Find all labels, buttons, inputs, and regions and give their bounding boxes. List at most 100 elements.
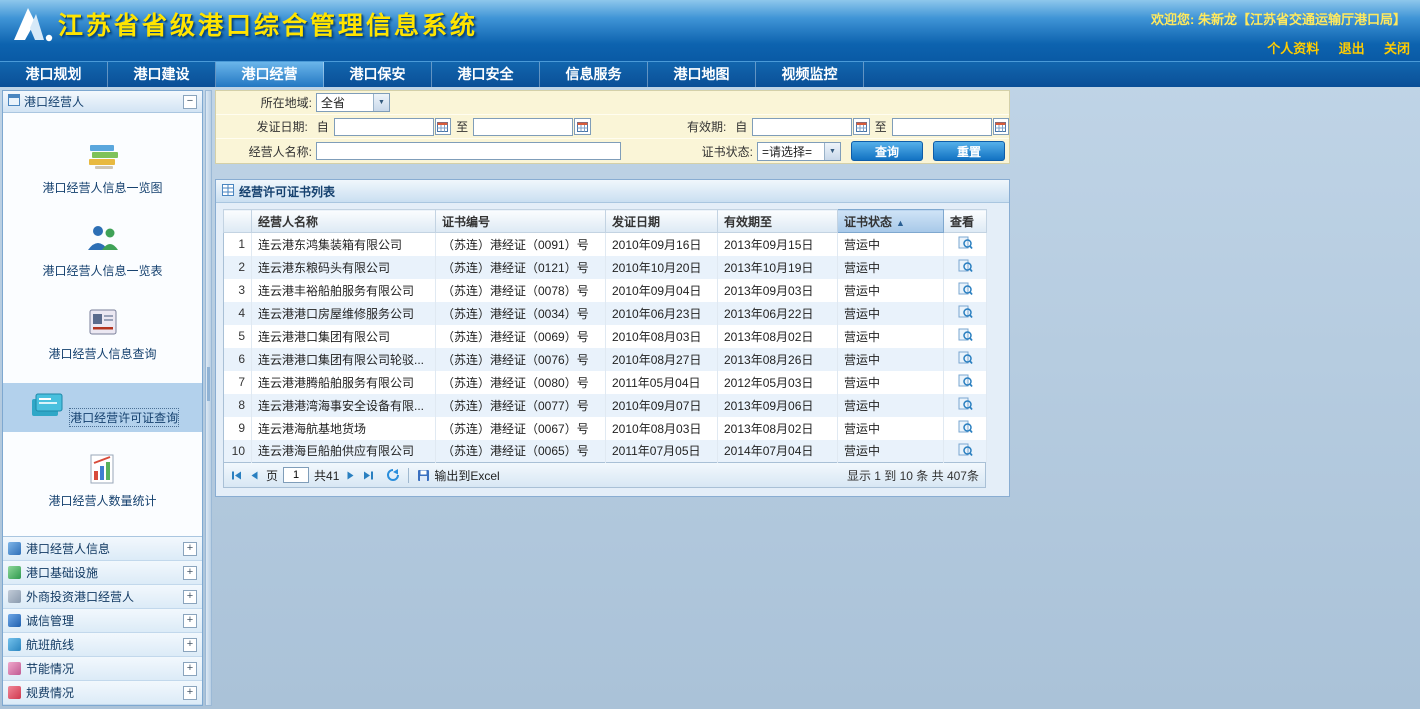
region-select-value: 全省 <box>317 94 373 111</box>
valid-until-cell: 2013年08月26日 <box>718 348 838 371</box>
cert-status-select[interactable]: =请选择= <box>757 142 841 161</box>
region-select[interactable]: 全省 <box>316 93 390 112</box>
view-detail-icon[interactable] <box>958 396 973 414</box>
col-cert-status[interactable]: 证书状态▲ <box>838 210 944 233</box>
table-row[interactable]: 4 连云港港口房屋维修服务公司 （苏连）港经证（0034）号 2010年06月2… <box>224 302 987 325</box>
view-detail-icon[interactable] <box>958 304 973 322</box>
reset-button[interactable]: 重置 <box>933 141 1005 161</box>
cert-no-cell: （苏连）港经证（0077）号 <box>436 394 606 417</box>
sidebar-section-foreign-investment[interactable]: 外商投资港口经营人 + <box>3 585 202 609</box>
row-number-cell: 4 <box>224 302 252 325</box>
first-page-button[interactable] <box>230 469 243 482</box>
sidebar-item-operator-overview-table[interactable]: 港口经营人信息一览表 <box>3 217 202 285</box>
issue-date-from-input[interactable] <box>334 118 434 136</box>
row-number-cell: 5 <box>224 325 252 348</box>
search-button[interactable]: 查询 <box>851 141 923 161</box>
collapse-panel-button[interactable]: − <box>183 95 197 109</box>
table-row[interactable]: 6 连云港港口集团有限公司轮驳... （苏连）港经证（0076）号 2010年0… <box>224 348 987 371</box>
sidebar-item-operator-info-query[interactable]: 港口经营人信息查询 <box>3 300 202 368</box>
prev-page-button[interactable] <box>248 469 261 482</box>
calendar-button[interactable] <box>853 118 869 135</box>
sidebar-panel-header[interactable]: 港口经营人 − <box>3 91 202 113</box>
view-detail-icon[interactable] <box>958 419 973 437</box>
sidebar-section-shipping-routes[interactable]: 航班航线 + <box>3 633 202 657</box>
tab-port-security[interactable]: 港口保安 <box>324 62 432 87</box>
valid-until-cell: 2013年09月06日 <box>718 394 838 417</box>
table-row[interactable]: 1 连云港东鸿集装箱有限公司 （苏连）港经证（0091）号 2010年09月16… <box>224 233 987 256</box>
tab-port-construction[interactable]: 港口建设 <box>108 62 216 87</box>
sidebar-section-energy-saving[interactable]: 节能情况 + <box>3 657 202 681</box>
refresh-button[interactable] <box>386 468 400 482</box>
tab-port-map[interactable]: 港口地图 <box>648 62 756 87</box>
issue-date-cell: 2010年08月03日 <box>606 325 718 348</box>
sidebar-sections: 港口经营人信息 + 港口基础设施 + 外商投资港口经营人 + 诚信管理 + 航班… <box>3 536 202 705</box>
calendar-button[interactable] <box>435 118 451 135</box>
view-detail-icon[interactable] <box>958 373 973 391</box>
issue-date-to-input[interactable] <box>473 118 573 136</box>
tab-video-monitor[interactable]: 视频监控 <box>756 62 864 87</box>
profile-link[interactable]: 个人资料 <box>1267 41 1319 56</box>
last-page-button[interactable] <box>362 469 375 482</box>
tab-port-safety[interactable]: 港口安全 <box>432 62 540 87</box>
section-label: 航班航线 <box>26 636 178 653</box>
expand-section-button[interactable]: + <box>183 614 197 628</box>
validity-from-input[interactable] <box>752 118 852 136</box>
operator-name-cell: 连云港丰裕船舶服务有限公司 <box>252 279 436 302</box>
sidebar-splitter[interactable] <box>205 90 212 706</box>
expand-section-button[interactable]: + <box>183 542 197 556</box>
sidebar-item-operator-statistics[interactable]: 港口经营人数量统计 <box>3 447 202 515</box>
sidebar-section-operator-info[interactable]: 港口经营人信息 + <box>3 537 202 561</box>
table-row[interactable]: 3 连云港丰裕船舶服务有限公司 （苏连）港经证（0078）号 2010年09月0… <box>224 279 987 302</box>
page-number-input[interactable] <box>283 467 309 483</box>
sidebar-item-operator-overview-chart[interactable]: 港口经营人信息一览图 <box>3 134 202 202</box>
col-cert-no[interactable]: 证书编号 <box>436 210 606 233</box>
view-detail-icon[interactable] <box>958 442 973 460</box>
sidebar-section-port-infrastructure[interactable]: 港口基础设施 + <box>3 561 202 585</box>
status-cell: 营运中 <box>838 348 944 371</box>
dropdown-arrow-icon <box>824 143 840 160</box>
expand-section-button[interactable]: + <box>183 686 197 700</box>
table-row[interactable]: 2 连云港东粮码头有限公司 （苏连）港经证（0121）号 2010年10月20日… <box>224 256 987 279</box>
splitter-grip <box>207 367 210 401</box>
col-operator-name[interactable]: 经营人名称 <box>252 210 436 233</box>
expand-section-button[interactable]: + <box>183 662 197 676</box>
people-icon <box>83 245 123 259</box>
view-detail-icon[interactable] <box>958 350 973 368</box>
valid-until-cell: 2013年09月03日 <box>718 279 838 302</box>
sidebar-item-label: 港口经营许可证查询 <box>70 409 178 426</box>
table-row[interactable]: 7 连云港港腾船舶服务有限公司 （苏连）港经证（0080）号 2011年05月0… <box>224 371 987 394</box>
operator-name-input[interactable] <box>316 142 621 160</box>
col-valid-until[interactable]: 有效期至 <box>718 210 838 233</box>
page-title: 江苏省省级港口综合管理信息系统 <box>58 6 478 42</box>
tab-port-planning[interactable]: 港口规划 <box>0 62 108 87</box>
col-issue-date[interactable]: 发证日期 <box>606 210 718 233</box>
logout-link[interactable]: 退出 <box>1339 41 1365 56</box>
expand-section-button[interactable]: + <box>183 566 197 580</box>
sidebar-section-integrity-management[interactable]: 诚信管理 + <box>3 609 202 633</box>
pager-divider <box>408 468 409 483</box>
view-cell <box>944 417 987 440</box>
sidebar-item-license-query[interactable]: 港口经营许可证查询 <box>3 383 202 432</box>
sidebar-section-fees[interactable]: 规费情况 + <box>3 681 202 705</box>
save-disk-icon <box>417 469 430 482</box>
view-detail-icon[interactable] <box>958 281 973 299</box>
panel-title-text: 经营许可证书列表 <box>239 183 335 200</box>
table-row[interactable]: 8 连云港港湾海事安全设备有限... （苏连）港经证（0077）号 2010年0… <box>224 394 987 417</box>
view-detail-icon[interactable] <box>958 258 973 276</box>
close-link[interactable]: 关闭 <box>1384 41 1410 56</box>
table-row[interactable]: 9 连云港海航基地货场 （苏连）港经证（0067）号 2010年08月03日 2… <box>224 417 987 440</box>
validity-to-input[interactable] <box>892 118 992 136</box>
cert-no-cell: （苏连）港经证（0067）号 <box>436 417 606 440</box>
calendar-button[interactable] <box>993 118 1009 135</box>
export-excel-button[interactable]: 输出到Excel <box>417 467 499 484</box>
table-row[interactable]: 10 连云港海巨船舶供应有限公司 （苏连）港经证（0065）号 2011年07月… <box>224 440 987 463</box>
expand-section-button[interactable]: + <box>183 590 197 604</box>
next-page-button[interactable] <box>344 469 357 482</box>
expand-section-button[interactable]: + <box>183 638 197 652</box>
view-detail-icon[interactable] <box>958 327 973 345</box>
tab-info-service[interactable]: 信息服务 <box>540 62 648 87</box>
calendar-button[interactable] <box>574 118 590 135</box>
table-row[interactable]: 5 连云港港口集团有限公司 （苏连）港经证（0069）号 2010年08月03日… <box>224 325 987 348</box>
tab-port-operation[interactable]: 港口经营 <box>216 62 324 87</box>
view-detail-icon[interactable] <box>958 235 973 253</box>
